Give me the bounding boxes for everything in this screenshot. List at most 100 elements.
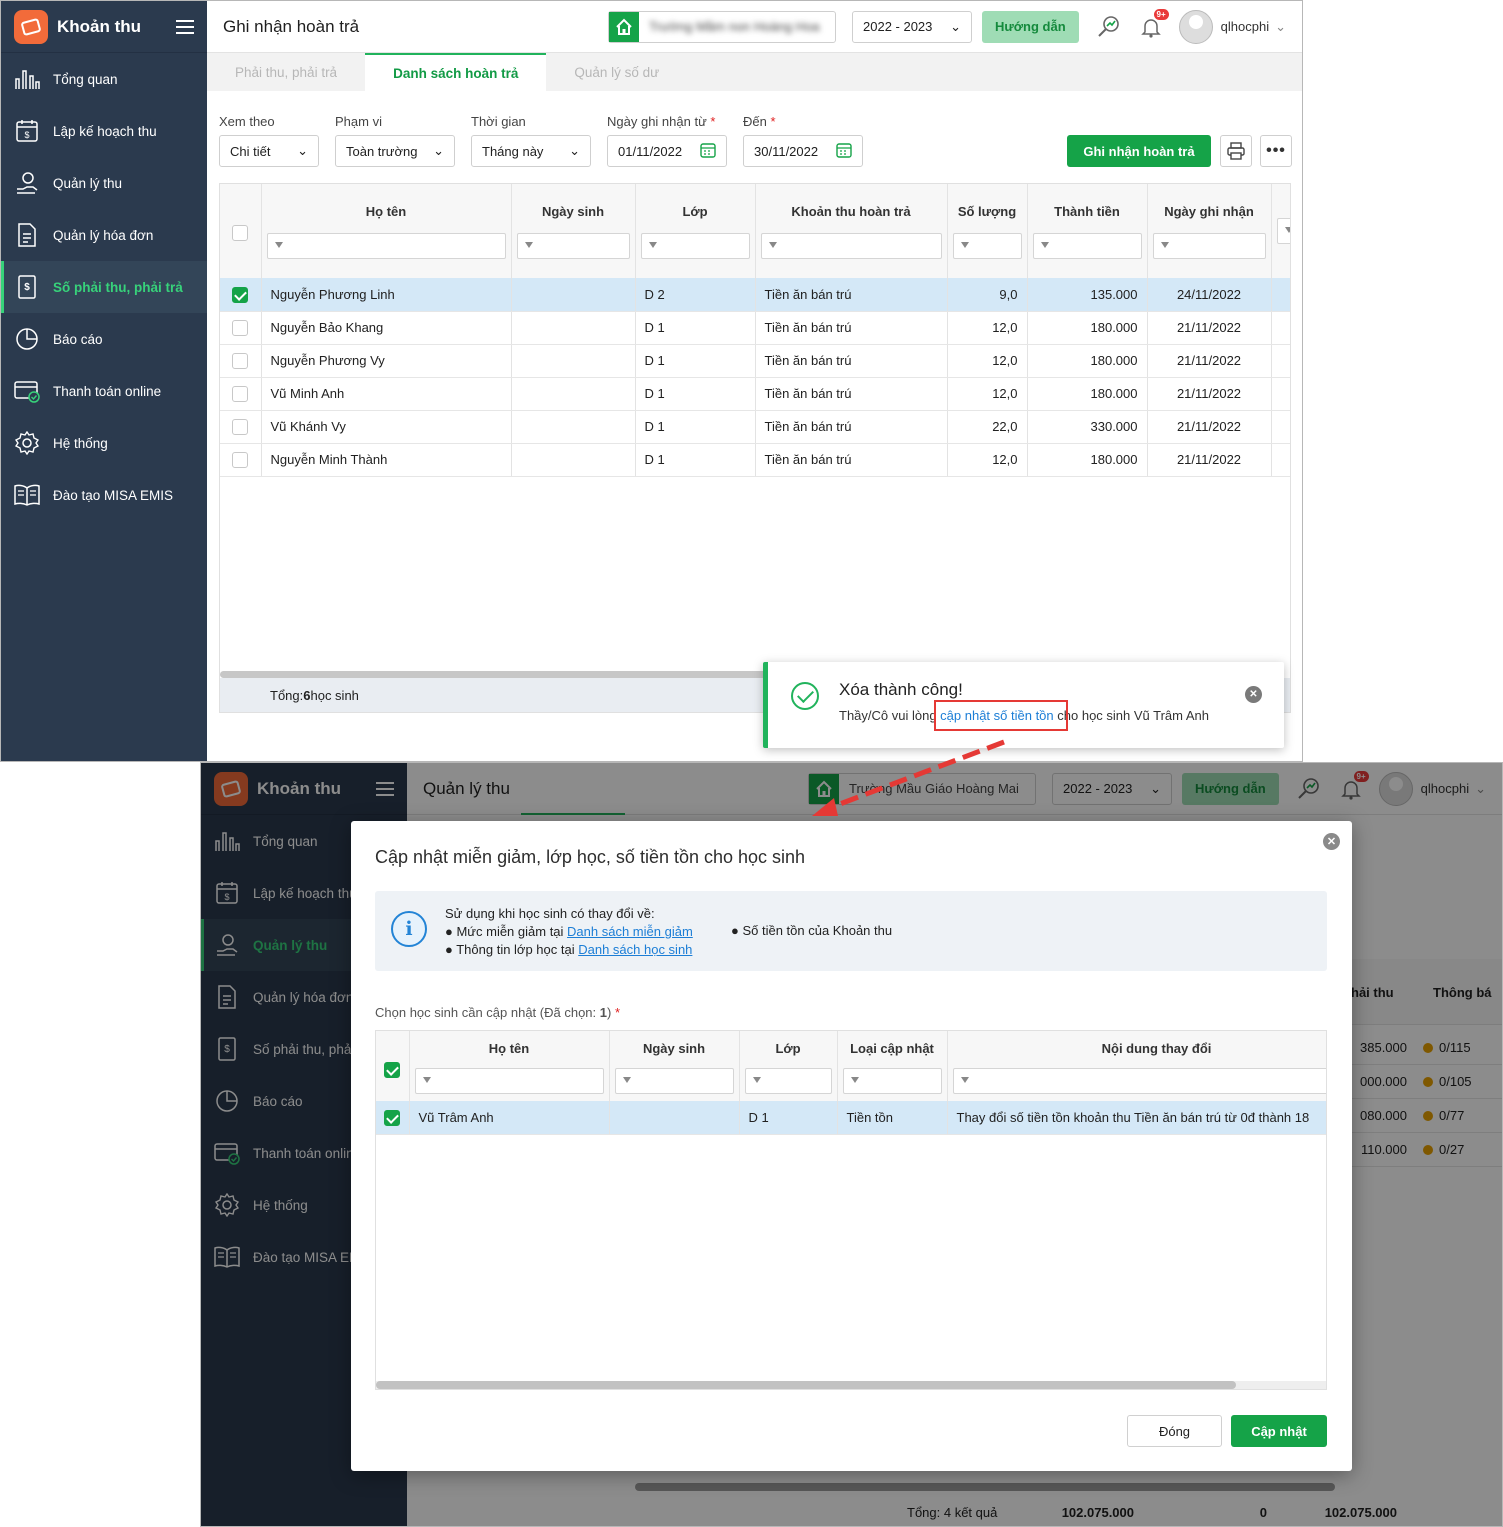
search-chart-icon[interactable] bbox=[1095, 13, 1123, 41]
year-select[interactable]: 2022 - 2023 ⌄ bbox=[852, 10, 972, 43]
bell-icon[interactable]: 9+ bbox=[1137, 8, 1169, 41]
more-options-icon[interactable]: ••• bbox=[1260, 135, 1292, 167]
cell-qty: 12,0 bbox=[947, 344, 1028, 378]
filter-extra-input[interactable] bbox=[1276, 218, 1290, 244]
calendar-icon[interactable] bbox=[700, 142, 716, 161]
filter-date-input[interactable] bbox=[1152, 233, 1266, 259]
tab-balance[interactable]: Quản lý số dư bbox=[546, 53, 687, 91]
update-modal: Cập nhật miễn giảm, lớp học, số tiền tồn… bbox=[351, 821, 1352, 1471]
sidebar-item-hand-coin[interactable]: Quản lý thu bbox=[1, 157, 207, 209]
row-checkbox[interactable] bbox=[232, 352, 249, 369]
sidebar-item-label: Tổng quan bbox=[53, 71, 118, 87]
user-name[interactable]: qlhocphi bbox=[1221, 19, 1269, 34]
table-row[interactable]: Nguyễn Minh Thành D 1 Tiền ăn bán trú 12,0 1… bbox=[220, 443, 1290, 477]
sidebar-item-calendar-money[interactable]: $ Lập kế hoạch thu bbox=[1, 105, 207, 157]
filter-class-input[interactable] bbox=[744, 1068, 832, 1094]
sidebar-item-bar-chart[interactable]: Tổng quan bbox=[1, 53, 207, 105]
sidebar-item-pie-chart[interactable]: Báo cáo bbox=[1, 313, 207, 365]
print-icon[interactable] bbox=[1220, 135, 1252, 167]
col-change: Nội dung thay đổi bbox=[947, 1031, 1326, 1101]
school-selector[interactable]: Trường Mầm non Hoàng Hoa bbox=[608, 10, 836, 43]
sidebar: Khoản thu Tổng quan $ Lập kế hoạch thu Quản… bbox=[1, 1, 207, 761]
record-refund-button[interactable]: Ghi nhận hoàn trả bbox=[1067, 135, 1211, 167]
filter-class-input[interactable] bbox=[640, 233, 750, 259]
filter-dob-input[interactable] bbox=[516, 233, 630, 259]
guide-button[interactable]: Hướng dẫn bbox=[982, 10, 1079, 43]
filter-dob-input[interactable] bbox=[614, 1068, 734, 1094]
app-name: Khoản thu bbox=[57, 16, 142, 36]
tab-receivables[interactable]: Phải thu, phải trả bbox=[207, 53, 365, 91]
close-icon[interactable]: ✕ bbox=[1245, 686, 1262, 703]
update-button[interactable]: Cập nhật bbox=[1231, 1415, 1327, 1447]
row-checkbox[interactable] bbox=[232, 451, 249, 468]
filter-qty-input[interactable] bbox=[952, 233, 1022, 259]
sidebar-item-online-payment[interactable]: Thanh toán online bbox=[1, 365, 207, 417]
sidebar-item-book[interactable]: Đào tạo MISA EMIS bbox=[1, 469, 207, 521]
filter-name-input[interactable] bbox=[266, 233, 506, 259]
row-checkbox[interactable] bbox=[232, 286, 249, 303]
avatar[interactable] bbox=[1178, 9, 1213, 44]
col-name: Họ tên bbox=[409, 1031, 610, 1101]
close-button[interactable]: Đóng bbox=[1127, 1415, 1222, 1447]
cell-name: Nguyễn Phương Linh bbox=[261, 278, 512, 312]
time-select[interactable]: Tháng này ⌄ bbox=[471, 135, 591, 167]
table-row[interactable]: Nguyễn Phương Vy D 1 Tiền ăn bán trú 12,0 18… bbox=[220, 344, 1290, 378]
cell-date: 21/11/2022 bbox=[1147, 344, 1272, 378]
menu-toggle-icon[interactable] bbox=[176, 16, 194, 38]
row-checkbox[interactable] bbox=[232, 385, 249, 402]
col-item: Khoản thu hoàn trả bbox=[755, 184, 948, 278]
col-dob-label: Ngày sinh bbox=[642, 1041, 706, 1056]
required-mark: * bbox=[614, 1005, 621, 1020]
cell-dob bbox=[511, 410, 636, 444]
horizontal-scrollbar[interactable] bbox=[220, 671, 780, 678]
filter-change-input[interactable] bbox=[952, 1068, 1326, 1094]
filter-bar: Xem theo Chi tiết ⌄ Phạm vi Toàn trường ⌄ … bbox=[219, 114, 879, 167]
chevron-down-icon[interactable]: ⌄ bbox=[1275, 19, 1286, 35]
chevron-down-icon: ⌄ bbox=[569, 143, 580, 158]
col-dob-label: Ngày sinh bbox=[541, 204, 605, 219]
cell-item: Tiền ăn bán trú bbox=[755, 344, 948, 378]
cell-qty: 22,0 bbox=[947, 410, 1028, 444]
footer-count: 6 bbox=[303, 687, 311, 703]
filter-name-input[interactable] bbox=[414, 1068, 604, 1094]
horizontal-scrollbar[interactable] bbox=[376, 1381, 1236, 1389]
date-to-input[interactable]: 30/11/2022 bbox=[743, 135, 863, 167]
col-class: Lớp bbox=[635, 184, 756, 278]
cell-item: Tiền ăn bán trú bbox=[755, 443, 948, 477]
cell-extra bbox=[1271, 311, 1290, 345]
discount-list-link[interactable]: Danh sách miễn giảm bbox=[567, 924, 693, 939]
sidebar-item-label: Báo cáo bbox=[53, 331, 103, 347]
tab-refund-list[interactable]: Danh sách hoàn trả bbox=[365, 53, 547, 91]
student-list-link[interactable]: Danh sách học sinh bbox=[578, 942, 692, 957]
filter-item-input[interactable] bbox=[760, 233, 942, 259]
sidebar-item-ledger[interactable]: $ Số phải thu, phải trả bbox=[1, 261, 207, 313]
cell-date: 24/11/2022 bbox=[1147, 278, 1272, 312]
cell-date: 21/11/2022 bbox=[1147, 410, 1272, 444]
col-date-label: Ngày ghi nhận bbox=[1164, 204, 1254, 219]
select-all-checkbox[interactable] bbox=[384, 1061, 401, 1078]
table-row[interactable]: Nguyễn Phương Linh D 2 Tiền ăn bán trú 9,0 1… bbox=[220, 278, 1290, 312]
row-checkbox[interactable] bbox=[384, 1109, 401, 1126]
table-row[interactable]: Vũ Trâm Anh D 1 Tiền tồn Thay đổi số tiền t… bbox=[376, 1101, 1326, 1135]
col-amount-label: Thành tiền bbox=[1054, 204, 1120, 219]
filter-type-select[interactable] bbox=[842, 1068, 942, 1094]
table-row[interactable]: Nguyễn Bảo Khang D 1 Tiền ăn bán trú 12,0 18… bbox=[220, 311, 1290, 345]
view-mode-select[interactable]: Chi tiết ⌄ bbox=[219, 135, 319, 167]
row-checkbox[interactable] bbox=[232, 418, 249, 435]
table-row[interactable]: Vũ Minh Anh D 1 Tiền ăn bán trú 12,0 180.000… bbox=[220, 377, 1290, 411]
col-class-label: Lớp bbox=[775, 1041, 801, 1056]
calendar-icon[interactable] bbox=[836, 142, 852, 161]
scope-select[interactable]: Toàn trường ⌄ bbox=[335, 135, 455, 167]
cell-name: Vũ Trâm Anh bbox=[409, 1101, 610, 1135]
date-from-input[interactable]: 01/11/2022 bbox=[607, 135, 727, 167]
sidebar-item-invoice[interactable]: Quản lý hóa đơn bbox=[1, 209, 207, 261]
close-icon[interactable]: ✕ bbox=[1323, 833, 1340, 850]
select-all-checkbox[interactable] bbox=[232, 224, 249, 241]
cell-dob bbox=[511, 344, 636, 378]
sidebar-item-gear[interactable]: Hệ thống bbox=[1, 417, 207, 469]
filter-amount-input[interactable] bbox=[1032, 233, 1142, 259]
select-label-text: Chọn học sinh cần cập nhật (Đã chọn: bbox=[375, 1005, 600, 1020]
row-checkbox[interactable] bbox=[232, 319, 249, 336]
footer-prefix: Tổng: bbox=[270, 687, 304, 703]
table-row[interactable]: Vũ Khánh Vy D 1 Tiền ăn bán trú 22,0 330.000… bbox=[220, 410, 1290, 444]
